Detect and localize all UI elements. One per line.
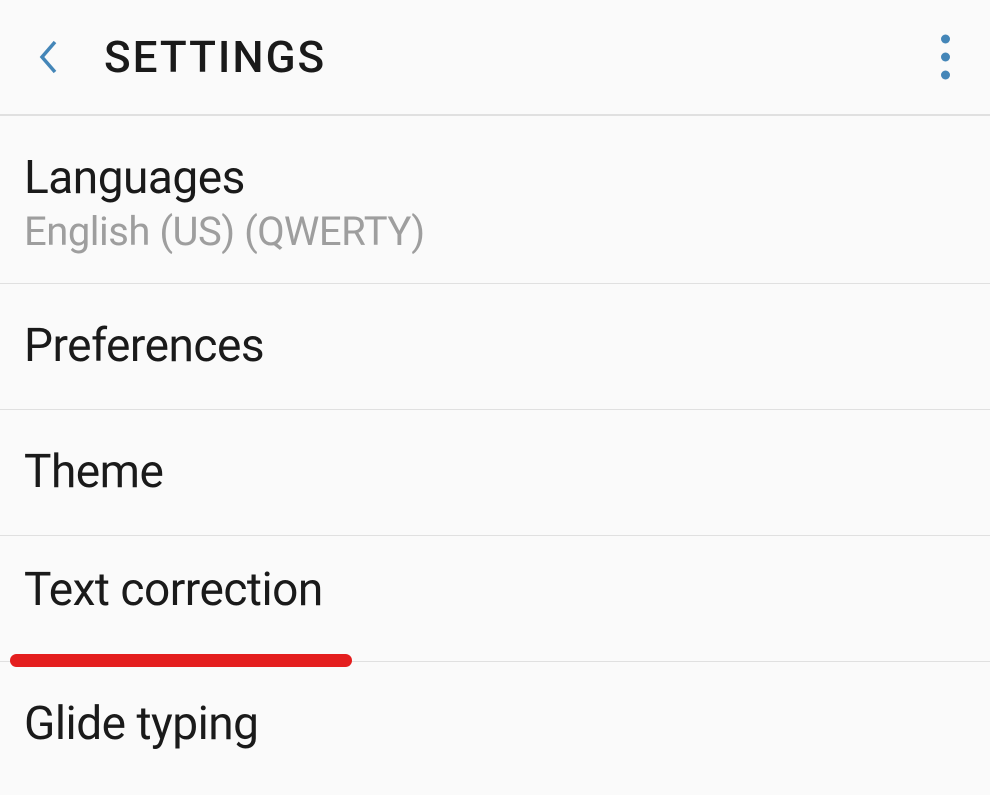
item-title: Glide typing [24, 698, 966, 751]
list-item-preferences[interactable]: Preferences [0, 284, 990, 410]
item-subtitle: English (US) (QWERTY) [24, 209, 966, 255]
item-title: Preferences [24, 320, 966, 373]
header-bar: SETTINGS [0, 0, 990, 116]
overflow-menu-button[interactable] [931, 25, 960, 90]
dot-icon [941, 53, 950, 62]
dot-icon [941, 35, 950, 44]
dot-icon [941, 71, 950, 80]
back-button[interactable] [24, 33, 72, 81]
chevron-left-icon [37, 38, 59, 76]
highlight-underline [10, 654, 352, 667]
list-item-languages[interactable]: Languages English (US) (QWERTY) [0, 116, 990, 284]
list-item-text-correction[interactable]: Text correction [0, 536, 990, 662]
list-item-glide-typing[interactable]: Glide typing [0, 662, 990, 779]
item-title: Theme [24, 446, 966, 499]
settings-list: Languages English (US) (QWERTY) Preferen… [0, 116, 990, 778]
item-title: Languages [24, 152, 966, 205]
page-title: SETTINGS [104, 31, 326, 83]
list-item-theme[interactable]: Theme [0, 410, 990, 536]
item-title: Text correction [24, 564, 966, 617]
